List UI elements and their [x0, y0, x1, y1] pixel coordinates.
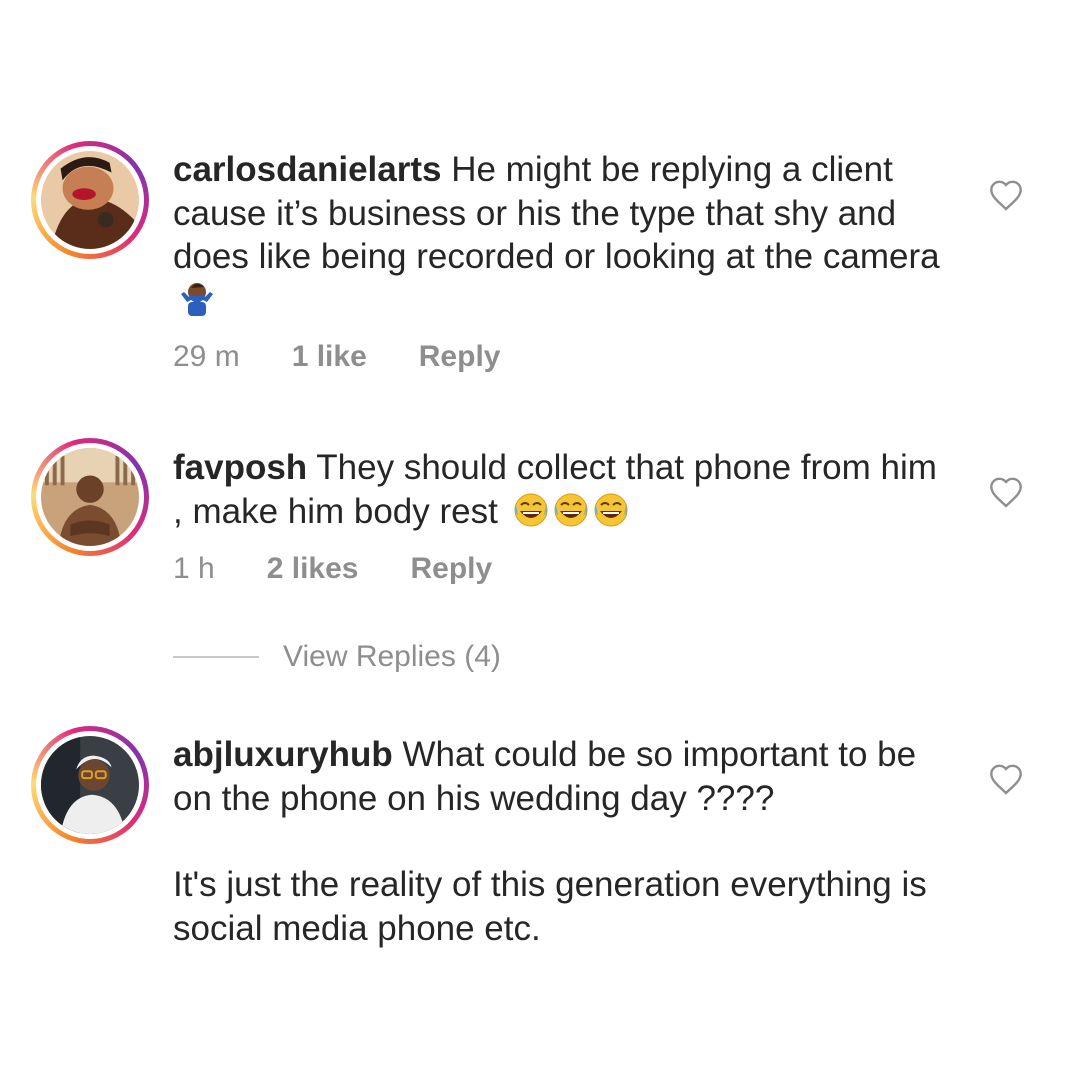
comment-text-paragraph: It's just the reality of this generation…	[173, 865, 927, 948]
comment-username[interactable]: abjluxuryhub	[173, 735, 393, 774]
heart-outline-icon[interactable]	[988, 475, 1024, 509]
avatar[interactable]	[31, 726, 149, 844]
avatar[interactable]	[31, 438, 149, 556]
comment-username[interactable]: carlosdanielarts	[173, 150, 441, 189]
person-shrugging-emoji-icon	[177, 280, 217, 329]
avatar-image	[41, 448, 139, 546]
face-with-tears-of-joy-emoji-icon	[512, 491, 630, 540]
comment-timestamp: 1 h	[173, 552, 215, 585]
comment-timestamp: 29 m	[173, 340, 240, 373]
heart-outline-icon[interactable]	[988, 762, 1024, 796]
comment-likes[interactable]: 2 likes	[267, 552, 359, 586]
heart-outline-icon[interactable]	[988, 178, 1024, 212]
view-replies-label[interactable]: View Replies (4)	[283, 640, 501, 674]
avatar[interactable]	[31, 141, 149, 259]
view-replies-button[interactable]: View Replies (4)	[173, 640, 501, 674]
avatar-image	[41, 736, 139, 834]
reply-button[interactable]: Reply	[410, 552, 492, 586]
reply-button[interactable]: Reply	[419, 340, 501, 374]
divider-line	[173, 656, 259, 658]
comment-username[interactable]: favposh	[173, 448, 307, 487]
comment-likes[interactable]: 1 like	[292, 340, 367, 374]
avatar-image	[41, 151, 139, 249]
